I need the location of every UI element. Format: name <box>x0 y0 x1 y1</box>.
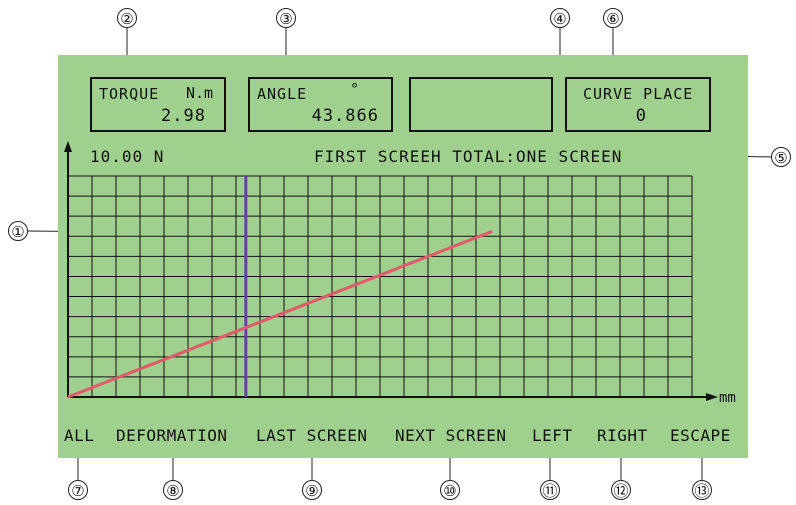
instrument-screen: TORQUE N.m 2.98 ANGLE ° 43.866 CURVE PLA… <box>58 55 748 458</box>
menu-deformation[interactable]: DEFORMATION <box>116 426 227 445</box>
y-axis-arrow <box>64 141 72 152</box>
menu-left[interactable]: LEFT <box>532 426 573 445</box>
x-axis-arrow <box>706 393 718 401</box>
graph-area: mm <box>64 141 736 406</box>
graph-grid <box>68 175 693 397</box>
menu-all[interactable]: ALL <box>64 426 94 445</box>
menu-next-screen[interactable]: NEXT SCREEN <box>395 426 506 445</box>
menu-escape[interactable]: ESCAPE <box>670 426 731 445</box>
menu-right[interactable]: RIGHT <box>597 426 648 445</box>
x-axis-unit-label: mm <box>719 390 736 406</box>
menu-last-screen[interactable]: LAST SCREEN <box>256 426 367 445</box>
